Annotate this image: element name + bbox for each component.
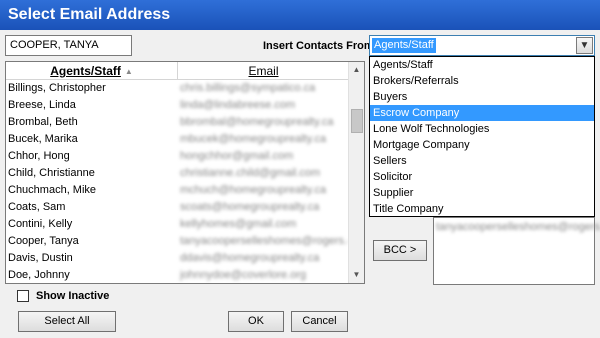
dropdown-option[interactable]: Lone Wolf Technologies [370,121,594,137]
column-header-email[interactable]: Email [178,62,349,80]
insert-contacts-label: Insert Contacts From: [263,40,378,52]
select-all-button[interactable]: Select All [18,311,116,332]
contacts-list[interactable]: Agents/Staff ▲ Email Billings, Christophe… [5,61,365,284]
table-row[interactable]: Coats, Sam scoats@homegrouprealty.ca [6,199,349,216]
table-row[interactable]: Chuchmach, Mike mchuch@homegrouprealty.ca [6,182,349,199]
scroll-thumb[interactable] [351,109,363,133]
bcc-recipients-box[interactable]: tanyacooperselleshomes@rogers.com [433,217,600,285]
table-row[interactable]: Doe, Johnny johnnydoe@coverlore.org [6,267,349,283]
dropdown-option[interactable]: Solicitor [370,169,594,185]
dropdown-option-highlighted[interactable]: Escrow Company [370,105,594,121]
dropdown-option[interactable]: Sellers [370,153,594,169]
bcc-button[interactable]: BCC > [373,240,427,261]
table-row[interactable]: Cooper, Tanya tanyacooperselleshomes@roge… [6,233,349,250]
cancel-button[interactable]: Cancel [291,311,348,332]
dropdown-option[interactable]: Title Company [370,201,594,217]
chevron-down-icon[interactable]: ▼ [576,37,593,54]
dropdown-option[interactable]: Supplier [370,185,594,201]
dropdown-option[interactable]: Brokers/Referrals [370,73,594,89]
scroll-down-icon[interactable]: ▼ [349,267,364,283]
dropdown-option[interactable]: Buyers [370,89,594,105]
name-field[interactable]: COOPER, TANYA [5,35,132,56]
insert-contacts-selected: Agents/Staff [372,38,436,53]
contacts-rows: Billings, Christopher chris.billings@symp… [6,80,349,283]
window-title: Select Email Address [0,0,600,30]
table-row[interactable]: Breese, Linda linda@lindabreese.com [6,97,349,114]
table-row[interactable]: Bucek, Marika mbucek@homegrouprealty.ca [6,131,349,148]
scroll-up-icon[interactable]: ▲ [349,62,364,78]
table-row[interactable]: Davis, Dustin ddavis@homegrouprealty.ca [6,250,349,267]
column-header-agents-staff[interactable]: Agents/Staff ▲ [6,62,178,80]
insert-contacts-combo[interactable]: Agents/Staff ▼ [369,35,595,56]
dropdown-option[interactable]: Mortgage Company [370,137,594,153]
show-inactive-label: Show Inactive [36,290,110,302]
table-row[interactable]: Child, Christianne christianne.child@gmai… [6,165,349,182]
show-inactive-checkbox[interactable] [17,290,29,302]
sort-up-icon: ▲ [124,67,133,76]
bcc-recipients-text: tanyacooperselleshomes@rogers.com [436,221,600,233]
table-row[interactable]: Brombal, Beth bbrombal@homegrouprealty.ca [6,114,349,131]
insert-contacts-dropdown: Agents/Staff Brokers/Referrals Buyers Es… [369,56,595,217]
contacts-list-header: Agents/Staff ▲ Email [6,62,349,80]
table-row[interactable]: Chhor, Hong hongchhor@gmail.com [6,148,349,165]
dropdown-option[interactable]: Agents/Staff [370,57,594,73]
table-row[interactable]: Contini, Kelly kellyhomes@gmail.com [6,216,349,233]
ok-button[interactable]: OK [228,311,284,332]
contacts-scrollbar[interactable]: ▲ ▼ [348,62,364,283]
table-row[interactable]: Billings, Christopher chris.billings@symp… [6,80,349,97]
